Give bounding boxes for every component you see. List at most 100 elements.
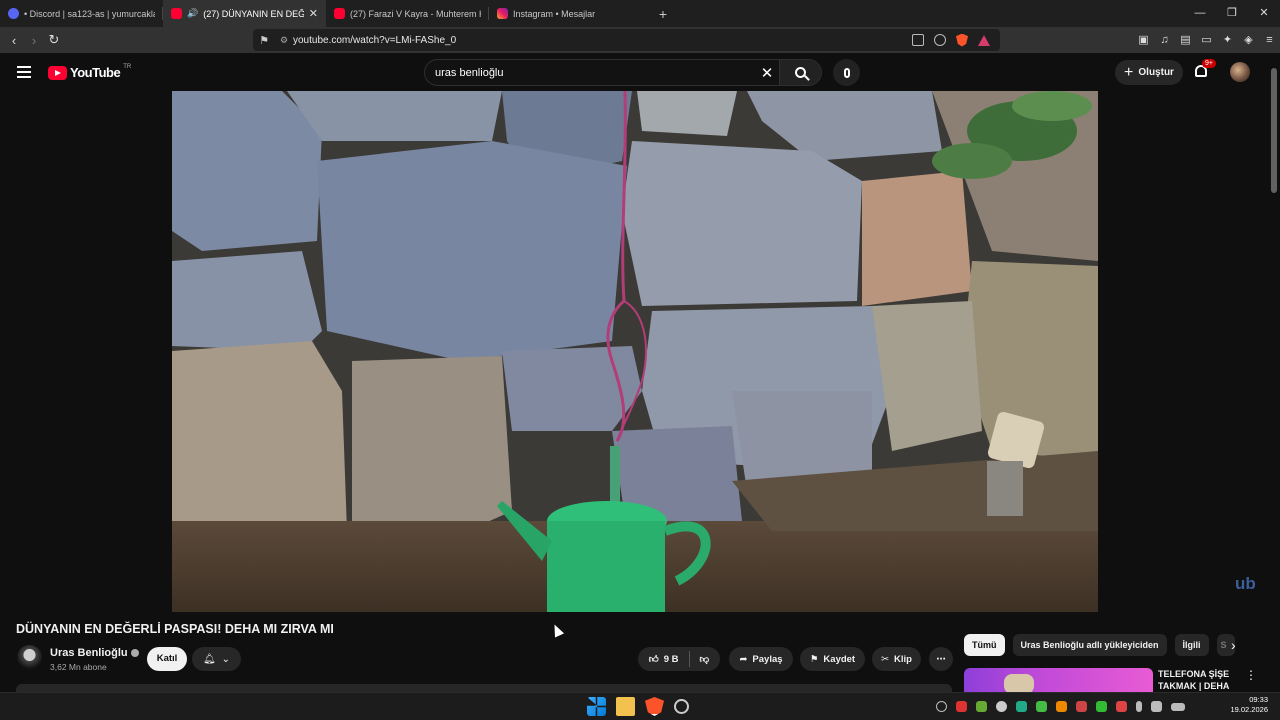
volume-icon[interactable] [1151, 701, 1162, 712]
notification-badge: 9+ [1202, 59, 1216, 68]
tray-app-icon[interactable] [976, 701, 987, 712]
channel-avatar[interactable] [17, 645, 42, 670]
tray-app-icon[interactable] [1016, 701, 1027, 712]
cast-icon[interactable] [912, 34, 924, 46]
share-icon: ➦ [739, 653, 748, 665]
tray-app-icon[interactable] [1096, 701, 1107, 712]
windows-taskbar: 09:33 19.02.2026 [0, 692, 1280, 720]
sidebar-icon[interactable]: ▤ [1179, 34, 1192, 47]
bookmark-icon[interactable]: ⚑ [253, 34, 275, 47]
browser-tab-strip: • Discord | sa123-as | yumurcakla 🔊 (27)… [0, 0, 1280, 27]
windows-start-icon[interactable] [587, 697, 606, 716]
page-scrollbar[interactable] [1271, 64, 1277, 684]
address-bar[interactable]: ⚑ ⚙ youtube.com/watch?v=LMi-FAShe_0 [253, 29, 1000, 51]
minimize-button[interactable]: — [1184, 0, 1216, 27]
clip-button[interactable]: ✂ Klip [872, 647, 921, 671]
share-button[interactable]: ➦ Paylaş [729, 647, 793, 671]
wallet-icon[interactable]: ▭ [1200, 34, 1213, 47]
browser-extensions: ▣ ♫ ▤ ▭ ✦ ◈ ≡ [1137, 27, 1276, 53]
leo-ai-icon[interactable]: ✦ [1221, 34, 1234, 47]
share-page-icon[interactable] [934, 34, 946, 46]
brave-rewards-icon[interactable] [978, 34, 990, 46]
tray-app-icon[interactable] [1076, 701, 1087, 712]
guide-menu-icon[interactable] [17, 66, 31, 81]
battery-icon[interactable] [1171, 703, 1185, 711]
tray-app-icon[interactable] [1116, 701, 1127, 712]
tray-app-icon[interactable] [956, 701, 967, 712]
screenshot-icon[interactable]: ▣ [1137, 34, 1150, 47]
youtube-play-icon [48, 65, 67, 80]
chip-related[interactable]: İlgili [1174, 634, 1209, 656]
tray-app-icon[interactable] [1036, 701, 1047, 712]
tab-label: Instagram • Mesajlar [513, 8, 596, 19]
recommendation-title[interactable]: TELEFONA ŞİŞE TAKMAK | DEHA [1158, 668, 1230, 692]
video-title: DÜNYANIN EN DEĞERLİ PASPASI! DEHA MI ZIR… [16, 622, 334, 636]
more-actions-button[interactable]: ⋯ [929, 647, 953, 671]
tab-discord[interactable]: • Discord | sa123-as | yumurcakla [0, 0, 163, 27]
tab-label: (27) DÜNYANIN EN DEĞERLİ [203, 8, 304, 19]
save-button[interactable]: ⚑ Kaydet [800, 647, 865, 671]
country-code: TR [123, 63, 132, 70]
recommendation-thumbnail[interactable] [964, 668, 1153, 692]
clear-search-icon[interactable]: ✕ [755, 64, 779, 82]
bookmark-icon: ⚑ [809, 653, 819, 665]
close-window-button[interactable]: ✕ [1248, 0, 1280, 27]
url-text[interactable]: youtube.com/watch?v=LMi-FAShe_0 [293, 35, 912, 46]
share-label: Paylaş [752, 653, 783, 665]
create-button[interactable]: + Oluştur [1115, 60, 1183, 85]
system-tray [936, 701, 1185, 712]
chip-from-uploader[interactable]: Uras Benlioğlu adlı yükleyiciden [1012, 634, 1167, 656]
taskbar-clock[interactable]: 09:33 19.02.2026 [1228, 695, 1268, 715]
voice-search-button[interactable] [833, 59, 860, 86]
like-button[interactable]: 👍︎ 9 B [649, 653, 679, 666]
join-button[interactable]: Katıl [147, 647, 187, 671]
back-button[interactable]: ‹ [4, 33, 24, 48]
brave-browser-icon[interactable] [645, 697, 664, 716]
menu-icon[interactable]: ≡ [1263, 34, 1276, 47]
subscription-bell-button[interactable]: 🔔︎ ⌄ [192, 647, 241, 671]
chip-all[interactable]: Tümü [964, 634, 1005, 656]
video-frame [172, 91, 1098, 612]
bell-icon: 🔔︎ [202, 653, 216, 665]
tab-instagram[interactable]: Instagram • Mesajlar [489, 0, 652, 27]
restore-button[interactable]: ❐ [1216, 0, 1248, 27]
tab-youtube-video[interactable]: 🔊 (27) DÜNYANIN EN DEĞERLİ ✕ [163, 0, 326, 27]
notifications-button[interactable]: 9+ [1193, 59, 1216, 80]
channel-name[interactable]: Uras Benlioğlu [50, 647, 139, 659]
search-input[interactable]: uras benlioğlu [425, 67, 755, 79]
youtube-logo[interactable]: YouTube TR [48, 63, 132, 80]
recommendation-more-icon[interactable]: ⋮ [1245, 668, 1257, 682]
subscriber-count: 3,62 Mn abone [50, 662, 107, 672]
account-avatar[interactable] [1230, 62, 1250, 82]
site-info-icon[interactable]: ⚙ [275, 35, 293, 46]
tab-youtube-music[interactable]: (27) Farazi V Kayra - Muhterem Haya [326, 0, 489, 27]
dislike-button[interactable]: 👎︎ [700, 653, 710, 665]
like-count: 9 B [663, 653, 679, 665]
tray-app-icon[interactable] [936, 701, 947, 712]
tray-app-icon[interactable] [1056, 701, 1067, 712]
description-box[interactable] [16, 684, 952, 692]
chevron-right-icon[interactable]: › [1231, 637, 1236, 653]
like-dislike-group: 👍︎ 9 B 👎︎ [638, 647, 720, 671]
video-player[interactable] [172, 91, 1098, 612]
time: 09:33 [1249, 695, 1268, 704]
discord-icon [8, 8, 19, 19]
microphone-icon[interactable] [1136, 701, 1142, 712]
date: 19.02.2026 [1230, 705, 1268, 714]
new-tab-button[interactable]: + [652, 6, 674, 22]
app-icon[interactable] [674, 699, 689, 714]
search-button[interactable] [779, 60, 821, 85]
browser-toolbar: ‹ › ↻ ⚑ ⚙ youtube.com/watch?v=LMi-FAShe_… [0, 27, 1280, 53]
forward-button[interactable]: › [24, 33, 44, 48]
taskbar-apps [587, 697, 689, 716]
scrollbar-thumb[interactable] [1271, 68, 1277, 193]
tray-app-icon[interactable] [996, 701, 1007, 712]
reload-button[interactable]: ↻ [44, 32, 64, 48]
brave-shields-icon[interactable] [956, 33, 968, 47]
instagram-icon [497, 8, 508, 19]
channel-watermark-icon[interactable]: ub [1235, 574, 1256, 594]
tab-close-icon[interactable]: ✕ [309, 7, 318, 20]
vpn-icon[interactable]: ◈ [1242, 34, 1255, 47]
file-explorer-icon[interactable] [616, 697, 635, 716]
music-icon[interactable]: ♫ [1158, 34, 1171, 47]
